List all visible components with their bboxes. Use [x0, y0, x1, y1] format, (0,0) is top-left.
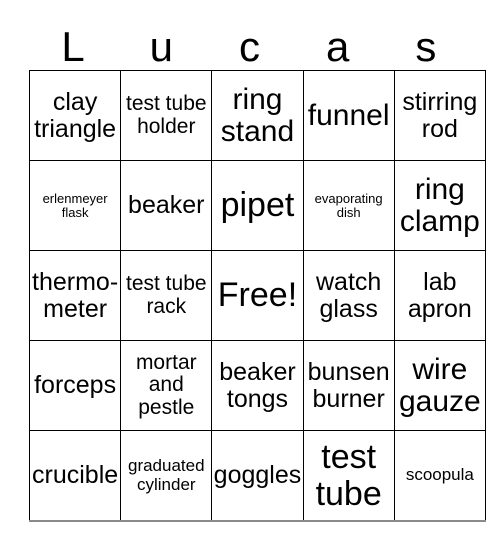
- bingo-cell[interactable]: test tube holder: [120, 70, 213, 161]
- header-letter-0: L: [61, 23, 85, 70]
- header-letter-4: s: [415, 23, 437, 70]
- bingo-cell-label: mortar and pestle: [135, 351, 197, 419]
- bingo-cell-label: stirring rod: [402, 88, 478, 143]
- header-letter-2: c: [239, 23, 260, 70]
- bingo-cell[interactable]: pipet: [211, 160, 304, 251]
- bingo-cell[interactable]: erlenmeyer flask: [28, 160, 122, 251]
- bingo-cell[interactable]: test tube rack: [120, 250, 213, 341]
- bingo-cell-label: beaker tongs: [219, 358, 296, 413]
- bingo-cell-label: test tube: [315, 438, 382, 513]
- header-letter-3: a: [326, 23, 350, 70]
- bingo-cell-label: beaker: [128, 191, 205, 220]
- bingo-cell-label: test tube holder: [126, 92, 207, 138]
- bingo-cell-free[interactable]: Free!: [211, 250, 304, 341]
- bingo-cell[interactable]: clay triangle: [28, 70, 122, 161]
- bingo-cell[interactable]: wire gauze: [393, 340, 486, 431]
- bingo-cell-label: pipet: [220, 186, 295, 225]
- bingo-cell-label: bunsen burner: [307, 358, 390, 413]
- bingo-cell[interactable]: forceps: [28, 340, 122, 431]
- bingo-cell[interactable]: watch glass: [302, 250, 395, 341]
- bingo-cell-label: scoopula: [405, 465, 474, 485]
- bingo-grid: clay triangle test tube holder ring stand f…: [28, 70, 486, 522]
- header-letter-1: u: [149, 23, 173, 70]
- bingo-row: crucible graduated cylinder goggles test tu…: [28, 430, 486, 522]
- bingo-cell-label: forceps: [34, 371, 117, 400]
- bingo-cell[interactable]: ring clamp: [393, 160, 486, 251]
- bingo-header: Lu c a s: [29, 12, 470, 70]
- bingo-cell[interactable]: goggles: [211, 430, 304, 522]
- bingo-cell-label: Free!: [217, 276, 298, 315]
- bingo-row: clay triangle test tube holder ring stand f…: [28, 70, 486, 161]
- bingo-cell-label: funnel: [307, 98, 390, 132]
- bingo-cell-label: test tube rack: [126, 272, 207, 318]
- bingo-cell-label: erlenmeyer flask: [42, 190, 108, 220]
- bingo-cell[interactable]: scoopula: [393, 430, 486, 522]
- bingo-cell[interactable]: beaker: [120, 160, 213, 251]
- bingo-cell[interactable]: funnel: [302, 70, 395, 161]
- bingo-cell[interactable]: evaporating dish: [302, 160, 395, 251]
- bingo-cell[interactable]: mortar and pestle: [120, 340, 213, 431]
- bingo-cell-label: evaporating dish: [314, 190, 383, 220]
- bingo-cell-label: clay triangle: [34, 88, 117, 143]
- bingo-cell[interactable]: lab apron: [393, 250, 486, 341]
- bingo-cell[interactable]: bunsen burner: [302, 340, 395, 431]
- bingo-cell[interactable]: graduated cylinder: [120, 430, 213, 522]
- bingo-cell-label: watch glass: [316, 268, 382, 323]
- bingo-cell[interactable]: beaker tongs: [211, 340, 304, 431]
- bingo-cell[interactable]: crucible: [28, 430, 122, 522]
- bingo-cell-label: graduated cylinder: [127, 456, 205, 494]
- bingo-cell[interactable]: thermo-meter: [28, 250, 122, 341]
- bingo-row: erlenmeyer flask beaker pipet evaporating d…: [28, 160, 486, 251]
- bingo-cell-label: goggles: [213, 461, 302, 490]
- bingo-row: forceps mortar and pestle beaker tongs buns…: [28, 340, 486, 431]
- bingo-grid-body: clay triangle test tube holder ring stand f…: [28, 70, 486, 522]
- bingo-cell-label: wire gauze: [398, 352, 481, 418]
- bingo-cell-label: thermo-meter: [32, 268, 119, 323]
- bingo-card: Lu c a s clay triangle test tube holder ring …: [0, 0, 500, 544]
- bingo-cell-label: ring clamp: [399, 172, 480, 238]
- bingo-cell-label: lab apron: [407, 268, 472, 323]
- bingo-cell-label: crucible: [32, 461, 119, 490]
- bingo-cell[interactable]: ring stand: [211, 70, 304, 161]
- bingo-cell-label: ring stand: [220, 82, 295, 148]
- bingo-cell[interactable]: stirring rod: [393, 70, 486, 161]
- bingo-cell[interactable]: test tube: [302, 430, 395, 522]
- bingo-row: thermo-meter test tube rack Free! watch gla…: [28, 250, 486, 341]
